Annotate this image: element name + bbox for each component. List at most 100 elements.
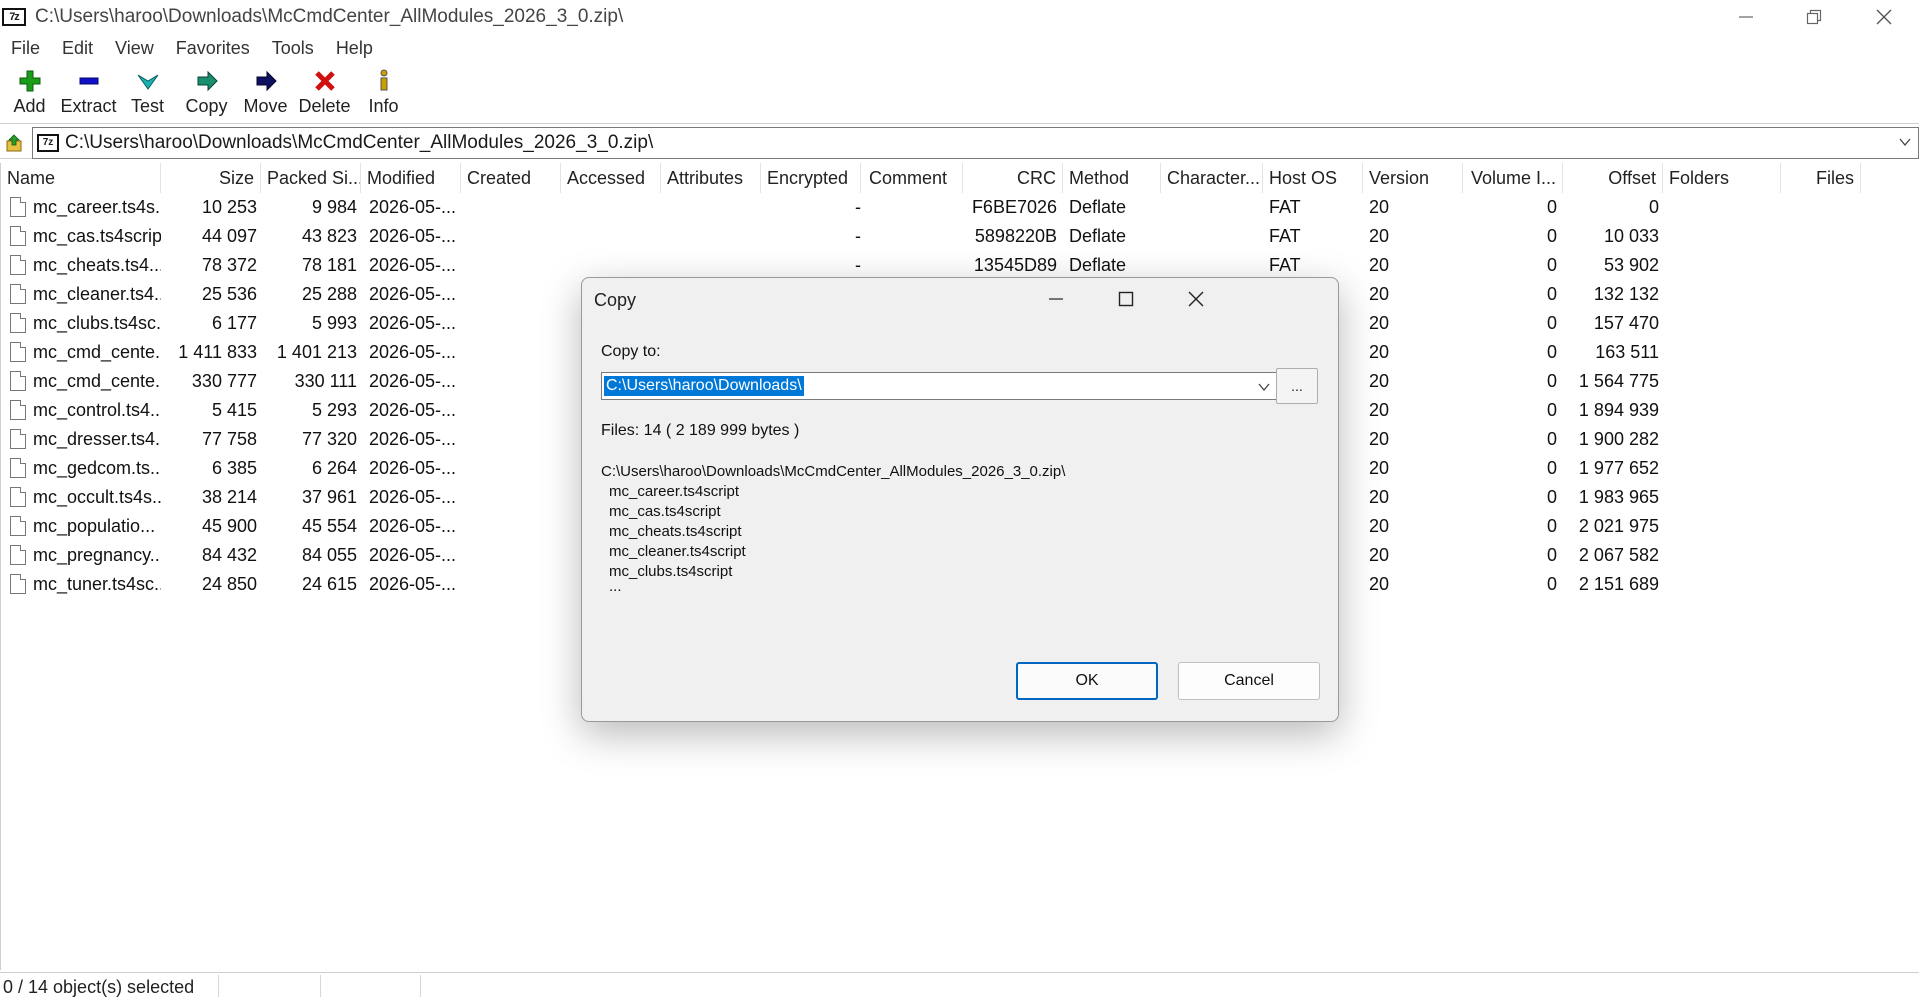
cell-version: 20 [1369,400,1390,420]
move-button[interactable]: Move [236,66,295,123]
cell-size: 1 411 833 [178,342,257,362]
cell-version: 20 [1369,197,1390,217]
cell-packed: 78 181 [301,255,357,275]
browse-button[interactable]: ... [1276,368,1318,404]
cell-modified: 2026-05-... [369,545,457,565]
file-icon [10,545,26,565]
column-header[interactable]: Folders [1663,163,1781,193]
column-header[interactable]: Attributes [661,163,761,193]
cell-packed: 43 823 [301,226,357,246]
restore-button[interactable] [1780,0,1848,34]
menu-help[interactable]: Help [325,36,384,64]
cell-modified: 2026-05-... [369,226,457,246]
cell-size: 330 777 [191,371,257,391]
copy-dialog: Copy Copy to: C:\Users\haroo\Downloads\ … [581,277,1339,722]
cell-version: 20 [1369,284,1390,304]
destination-path-combo[interactable]: C:\Users\haroo\Downloads\ [601,372,1278,400]
column-header[interactable]: Version [1363,163,1463,193]
column-header[interactable]: Size [161,163,261,193]
address-field[interactable]: 7z C:\Users\haroo\Downloads\McCmdCenter_… [32,127,1919,159]
column-header[interactable]: Volume I... [1463,163,1563,193]
cell-volume: 0 [1546,226,1557,246]
cell-crc: 5898220B [974,226,1057,246]
add-label: Add [13,96,46,116]
column-header[interactable]: Encrypted [761,163,861,193]
file-name: mc_cmd_cente... [33,371,161,391]
add-button[interactable]: Add [0,66,59,123]
column-header[interactable]: Accessed [561,163,661,193]
cell-encrypted: - [855,197,861,217]
cell-packed: 9 984 [311,197,357,217]
cell-host: FAT [1269,226,1301,246]
dialog-maximize-button[interactable] [1092,278,1160,320]
file-name: mc_cmd_cente... [33,342,161,362]
column-header-row: Name Size Packed Si... Modified Created Acces… [1,163,1919,193]
minimize-icon [1049,298,1063,300]
address-path: C:\Users\haroo\Downloads\McCmdCenter_All… [65,132,654,153]
dialog-close-button[interactable] [1162,278,1230,320]
column-header[interactable]: Files [1781,163,1861,193]
column-header[interactable]: Modified [361,163,461,193]
file-icon [10,313,26,333]
cell-size: 6 385 [211,458,257,478]
minus-icon [76,68,102,94]
file-icon [10,255,26,275]
copy-button[interactable]: Copy [177,66,236,123]
dialog-minimize-button[interactable] [1022,278,1090,320]
cell-offset: 132 132 [1593,284,1659,304]
close-button[interactable] [1850,0,1918,34]
cell-offset: 2 021 975 [1578,516,1659,536]
table-row[interactable]: mc_cas.ts4script 44 097 43 823 2026-05-... -… [1,222,1919,251]
cell-version: 20 [1369,516,1390,536]
cell-version: 20 [1369,371,1390,391]
column-header[interactable]: Comment [863,163,963,193]
file-name: mc_cas.ts4script [33,226,161,246]
column-header[interactable]: Offset [1563,163,1663,193]
cell-packed: 77 320 [301,429,357,449]
ok-button[interactable]: OK [1016,662,1158,700]
info-button[interactable]: Info [354,66,413,123]
cell-modified: 2026-05-... [369,400,457,420]
cell-modified: 2026-05-... [369,516,457,536]
column-header[interactable]: CRC [963,163,1063,193]
column-header[interactable]: Name [1,163,161,193]
cell-version: 20 [1369,574,1390,594]
close-icon [1188,291,1204,307]
cell-modified: 2026-05-... [369,458,457,478]
delete-button[interactable]: Delete [295,66,354,123]
cell-crc: 13545D89 [973,255,1057,275]
menu-edit[interactable]: Edit [51,36,104,64]
column-header[interactable]: Method [1063,163,1161,193]
cancel-button[interactable]: Cancel [1178,662,1320,700]
file-icon [10,487,26,507]
table-row[interactable]: mc_cheats.ts4... 78 372 78 181 2026-05-... -… [1,251,1919,280]
status-divider [420,975,421,997]
extract-button[interactable]: Extract [59,66,118,123]
column-header[interactable]: Packed Si... [261,163,361,193]
cell-size: 78 372 [201,255,257,275]
cell-size: 24 850 [201,574,257,594]
menu-view[interactable]: View [104,36,165,64]
cell-version: 20 [1369,487,1390,507]
cell-volume: 0 [1546,516,1557,536]
cell-packed: 24 615 [301,574,357,594]
cell-offset: 2 151 689 [1578,574,1659,594]
chevron-down-icon [1258,383,1270,392]
cell-packed: 45 554 [301,516,357,536]
cell-offset: 2 067 582 [1578,545,1659,565]
test-button[interactable]: Test [118,66,177,123]
column-header[interactable]: Host OS [1263,163,1363,193]
folder-up-icon[interactable] [0,128,30,158]
column-header[interactable]: Created [461,163,561,193]
file-icon [10,516,26,536]
cell-volume: 0 [1546,342,1557,362]
menu-favorites[interactable]: Favorites [165,36,261,64]
minimize-button[interactable] [1712,0,1780,34]
menu-tools[interactable]: Tools [261,36,325,64]
table-row[interactable]: mc_career.ts4s... 10 253 9 984 2026-05-... -… [1,193,1919,222]
move-label: Move [243,96,288,116]
column-header[interactable]: Character... [1161,163,1263,193]
cell-size: 84 432 [201,545,257,565]
cell-volume: 0 [1546,255,1557,275]
menu-file[interactable]: File [0,36,51,64]
